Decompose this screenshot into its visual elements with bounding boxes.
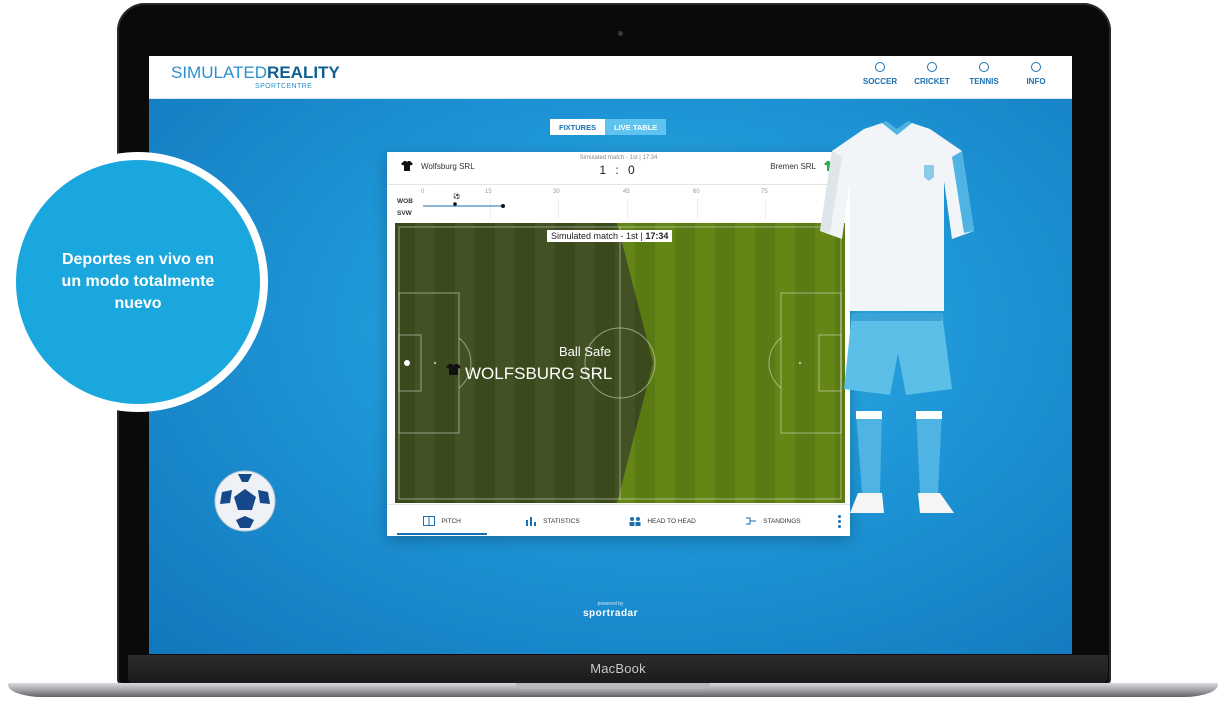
laptop-chin: MacBook	[128, 655, 1108, 683]
match-widget: Wolfsburg SRL Simulated match - 1st | 17…	[387, 152, 850, 536]
pitch-status-time: 17:34	[645, 231, 669, 241]
tab-label: STATISTICS	[543, 517, 580, 525]
away-team-name: Bremen SRL	[770, 162, 816, 171]
nav-item-info[interactable]: INFO	[1010, 62, 1062, 86]
brand-subtitle: SPORTCENTRE	[255, 83, 313, 90]
goal-marker-icon	[453, 202, 457, 206]
promo-stage: SIMULATEDREALITY SPORTCENTRE SOCCER CRIC…	[0, 0, 1226, 707]
nav-label: CRICKET	[914, 77, 950, 86]
brand-light-text: SIMULATED	[171, 63, 268, 82]
tennis-icon	[979, 62, 989, 72]
pitch-icon	[423, 516, 436, 526]
nav-label: INFO	[1026, 77, 1046, 86]
nav-item-cricket[interactable]: CRICKET	[906, 62, 958, 86]
view-toggle: FIXTURES LIVE TABLE	[550, 119, 667, 135]
nav-label: TENNIS	[969, 77, 999, 86]
device-label: MacBook	[590, 661, 646, 676]
live-table-button[interactable]: LIVE TABLE	[605, 119, 667, 135]
brand-logo[interactable]: SIMULATEDREALITY SPORTCENTRE	[171, 63, 340, 90]
standings-icon	[746, 517, 757, 525]
callout-bubble: Deportes en vivo en un modo totalmente n…	[16, 160, 260, 404]
match-timeline: WOB SVW 0 15 30 45 60 75 90 ⚽	[387, 184, 850, 223]
pitch-status-prefix: Simulated match - 1st	[551, 231, 639, 241]
pitch-drawing	[395, 223, 845, 503]
statistics-icon	[526, 517, 537, 526]
sportradar-logo: sportradar	[582, 608, 638, 619]
callout-text: Deportes en vivo en un modo totalmente n…	[61, 251, 215, 312]
match-status: Simulated match - 1st | 17:34	[579, 155, 658, 161]
tab-statistics[interactable]: STATISTICS	[497, 505, 607, 537]
svg-text:⚽: ⚽	[452, 192, 461, 200]
soccer-icon	[875, 62, 885, 72]
widget-tabs: PITCH STATISTICS HEAD TO HEAD STANDINGS	[387, 504, 850, 537]
laptop-notch	[516, 683, 710, 689]
timeline-progress: ⚽	[423, 192, 505, 208]
brand-bold-text: REALITY	[267, 63, 340, 82]
sport-nav: SOCCER CRICKET TENNIS INFO	[854, 62, 1062, 86]
app-screen: SIMULATEDREALITY SPORTCENTRE SOCCER CRIC…	[149, 56, 1072, 654]
fixtures-button[interactable]: FIXTURES	[550, 119, 606, 135]
tab-label: HEAD TO HEAD	[647, 517, 696, 525]
event-label: Ball Safe	[559, 344, 612, 359]
tab-pitch[interactable]: PITCH	[387, 505, 497, 537]
tab-label: STANDINGS	[763, 517, 801, 525]
powered-by-label: powered by	[597, 601, 624, 607]
info-icon	[1031, 62, 1041, 72]
cricket-icon	[927, 62, 937, 72]
possession-team: WOLFSBURG SRL	[465, 364, 613, 383]
tab-label: PITCH	[441, 517, 461, 525]
soccer-kit-image	[820, 121, 974, 513]
pitch-status: Simulated match - 1st | 17:34	[547, 230, 673, 242]
camera-icon	[618, 31, 623, 36]
nav-label: SOCCER	[862, 77, 898, 86]
tab-head-to-head[interactable]: HEAD TO HEAD	[608, 505, 718, 537]
nav-item-tennis[interactable]: TENNIS	[958, 62, 1010, 86]
app-header: SIMULATEDREALITY SPORTCENTRE SOCCER CRIC…	[149, 56, 1072, 99]
head-to-head-icon	[629, 517, 641, 526]
soccer-ball-image	[214, 470, 276, 532]
nav-item-soccer[interactable]: SOCCER	[854, 62, 906, 86]
pitch-view[interactable]: Simulated match - 1st | 17:34 Ball Safe …	[395, 223, 845, 503]
scoreboard: Wolfsburg SRL Simulated match - 1st | 17…	[387, 152, 850, 184]
powered-by: powered by sportradar	[149, 601, 1072, 619]
